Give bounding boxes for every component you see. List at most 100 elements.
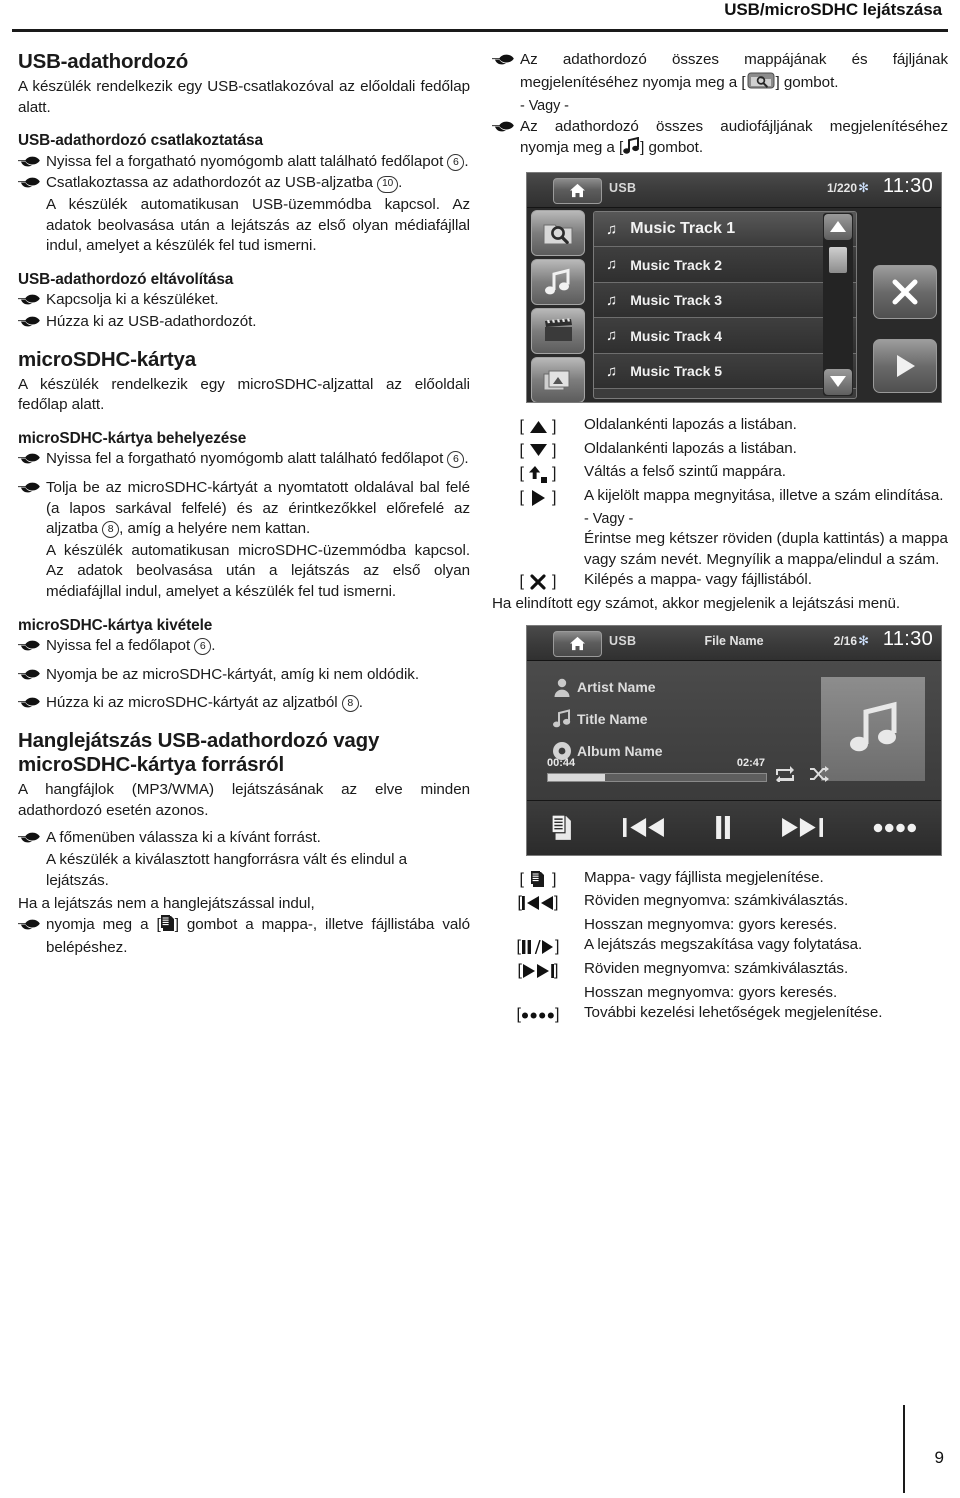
sidebar-item-music[interactable]	[531, 258, 585, 305]
time-total: 02:47	[736, 756, 765, 769]
more-button[interactable]	[873, 823, 916, 833]
hand-pointer-icon	[18, 693, 46, 708]
music-note-icon: ♫	[606, 362, 618, 380]
scrollbar-thumb[interactable]	[829, 246, 847, 273]
scroll-up-button[interactable]	[824, 213, 852, 240]
track-count: 1/220	[826, 180, 857, 195]
play-button[interactable]	[873, 338, 937, 393]
time-elapsed: 00:44	[547, 756, 576, 769]
list-item[interactable]: ♫ Music Track 4	[594, 318, 856, 354]
callout-number-8: 8	[341, 695, 359, 713]
section-heading-microsdhc: microSDHC-kártya	[18, 347, 196, 371]
source-label: USB	[609, 180, 637, 195]
track-list[interactable]: ♫ Music Track 1 ♫ Music Track 2 ♫ Music Tra…	[593, 210, 857, 399]
person-icon	[547, 677, 577, 697]
text-part: .	[464, 152, 469, 170]
list-item[interactable]: ♫ Music Track 1	[594, 211, 856, 248]
usb-auto-mode-note: A készülék automatikusan USB-üzemmódba k…	[46, 196, 470, 255]
music-note-icon	[623, 137, 640, 162]
file-name-label: File Name	[704, 633, 764, 648]
close-button[interactable]	[873, 264, 937, 319]
list-item-text: Kapcsolja ki a készüléket.	[46, 291, 219, 309]
heading-line-1: Hanglejátszás USB-adathordozó vagy	[18, 728, 380, 752]
key-description: Oldalankénti lapozás a listában.	[584, 415, 797, 433]
home-icon	[570, 184, 585, 198]
key-description: További kezelési lehetőségek megjeleníté…	[584, 1004, 883, 1022]
pause-icon	[716, 816, 731, 840]
list-item-text: A főmenüben válassza ki a kívánt forrást…	[46, 829, 321, 847]
previous-icon	[522, 896, 554, 911]
sidebar-item-pictures[interactable]	[531, 356, 585, 402]
list-item-text: Húzza ki az USB-adathordozót.	[46, 312, 257, 330]
usb-intro-text: A készülék rendelkezik egy USB-csatlakoz…	[18, 78, 470, 116]
close-x-icon	[524, 574, 552, 590]
list-item: Az adathordozó összes mappájának és fájl…	[492, 50, 948, 96]
photos-icon	[543, 370, 570, 391]
text-part: Az adathordozó összes audiofájljának meg…	[520, 117, 948, 157]
text-part: Nyissa fel a forgatható nyomógomb alatt …	[46, 152, 444, 170]
key-legend-row: [] Váltás a felső szintű mappára.	[492, 462, 948, 485]
device-screenshot-player: USB File Name 2/16 ✻ 11:30 Artist Name T…	[526, 624, 942, 856]
scrollbar[interactable]	[823, 212, 853, 396]
key-symbol: []	[519, 441, 557, 459]
key-legend-row: [] Mappa- vagy fájllista megjelenítése.	[492, 868, 948, 891]
device-screenshot-file-list: USB 1/220 ✻ 11:30 ♫ Music Track 1 ♫ Musi…	[526, 171, 942, 403]
text-part: .	[398, 174, 403, 192]
list-item[interactable]: ♫ Music Track 2	[594, 247, 856, 283]
subheading-microsdhc-insert: microSDHC-kártya behelyezése	[18, 429, 247, 447]
up-triangle-icon	[524, 420, 552, 433]
text-part: Az adathordozó összes mappájának és fájl…	[520, 51, 948, 91]
up-level-icon	[524, 465, 552, 483]
text-part: ] gombot.	[775, 73, 839, 91]
key-description-secondary: Hosszan megnyomva: gyors keresés.	[584, 915, 838, 933]
device-sidebar	[531, 209, 587, 402]
folder-search-icon	[543, 224, 573, 245]
right-column: Az adathordozó összes mappájának és fájl…	[492, 50, 948, 1027]
key-symbol: []	[516, 1006, 560, 1024]
key-legend-row: [] A kijelölt mappa megnyitása, illetve …	[492, 486, 948, 509]
music-note-icon: ♫	[606, 291, 618, 309]
progress-fill	[548, 773, 605, 781]
list-item: Csatlakoztassa az adathordozót az USB-al…	[18, 173, 470, 194]
shuffle-icon	[810, 765, 830, 782]
now-playing-panel: Artist Name Title Name Album Name 00:44 …	[527, 660, 941, 801]
text-part: ] gombot.	[640, 139, 704, 157]
list-item: Húzza ki az USB-adathordozót.	[18, 312, 470, 333]
list-item: Tolja be az microSDHC-kártyát a nyomtato…	[18, 478, 470, 540]
sidebar-item-folder-search[interactable]	[531, 209, 585, 256]
list-item[interactable]: ♫ Music Track 5	[594, 353, 856, 390]
track-name: Music Track 5	[630, 363, 723, 380]
list-item: Nyomja be az microSDHC-kártyát, amíg ki …	[18, 665, 470, 686]
header-title: USB/microSDHC lejátszása	[724, 0, 942, 19]
callout-number-10: 10	[377, 176, 399, 194]
hand-pointer-icon	[18, 636, 46, 651]
music-note-icon	[850, 701, 897, 751]
hand-pointer-icon	[18, 312, 46, 327]
list-item[interactable]: ♫ Music Track 3	[594, 282, 856, 319]
sidebar-item-video[interactable]	[531, 307, 585, 354]
key-description: Röviden megnyomva: számkiválasztás.	[584, 892, 849, 910]
list-item-text: nyomja meg a [] gombot a mappa-, illetve…	[46, 914, 470, 959]
track-name: Music Track 4	[630, 327, 723, 344]
progress-bar[interactable]	[547, 772, 767, 782]
music-note-icon	[547, 708, 577, 729]
playback-source-note: A készülék a kiválasztott hangforrásra v…	[46, 850, 408, 889]
or-separator-2: - Vagy -	[584, 510, 634, 527]
playback-menu-note: Ha elindított egy számot, akkor megjelen…	[492, 594, 901, 612]
page-number-rule	[903, 1405, 905, 1493]
key-description: A kijelölt mappa megnyitása, illetve a s…	[584, 486, 944, 504]
pause-button[interactable]	[715, 816, 731, 840]
text-part: .	[358, 694, 363, 712]
list-item-text: Nyissa fel a forgatható nyomógomb alatt …	[46, 449, 470, 470]
play-icon	[897, 354, 915, 377]
list-item: Az adathordozó összes audiofájljának meg…	[492, 117, 948, 162]
next-button[interactable]	[781, 817, 824, 838]
home-button[interactable]	[553, 177, 602, 204]
track-name: Music Track 2	[630, 256, 723, 273]
scroll-down-button[interactable]	[824, 368, 852, 395]
artist-name: Artist Name	[577, 678, 656, 695]
section-heading-playback: Hanglejátszás USB-adathordozó vagy micro…	[18, 729, 470, 777]
previous-button[interactable]	[623, 817, 665, 838]
list-button[interactable]	[552, 814, 573, 841]
right-triangle-icon	[524, 489, 552, 506]
